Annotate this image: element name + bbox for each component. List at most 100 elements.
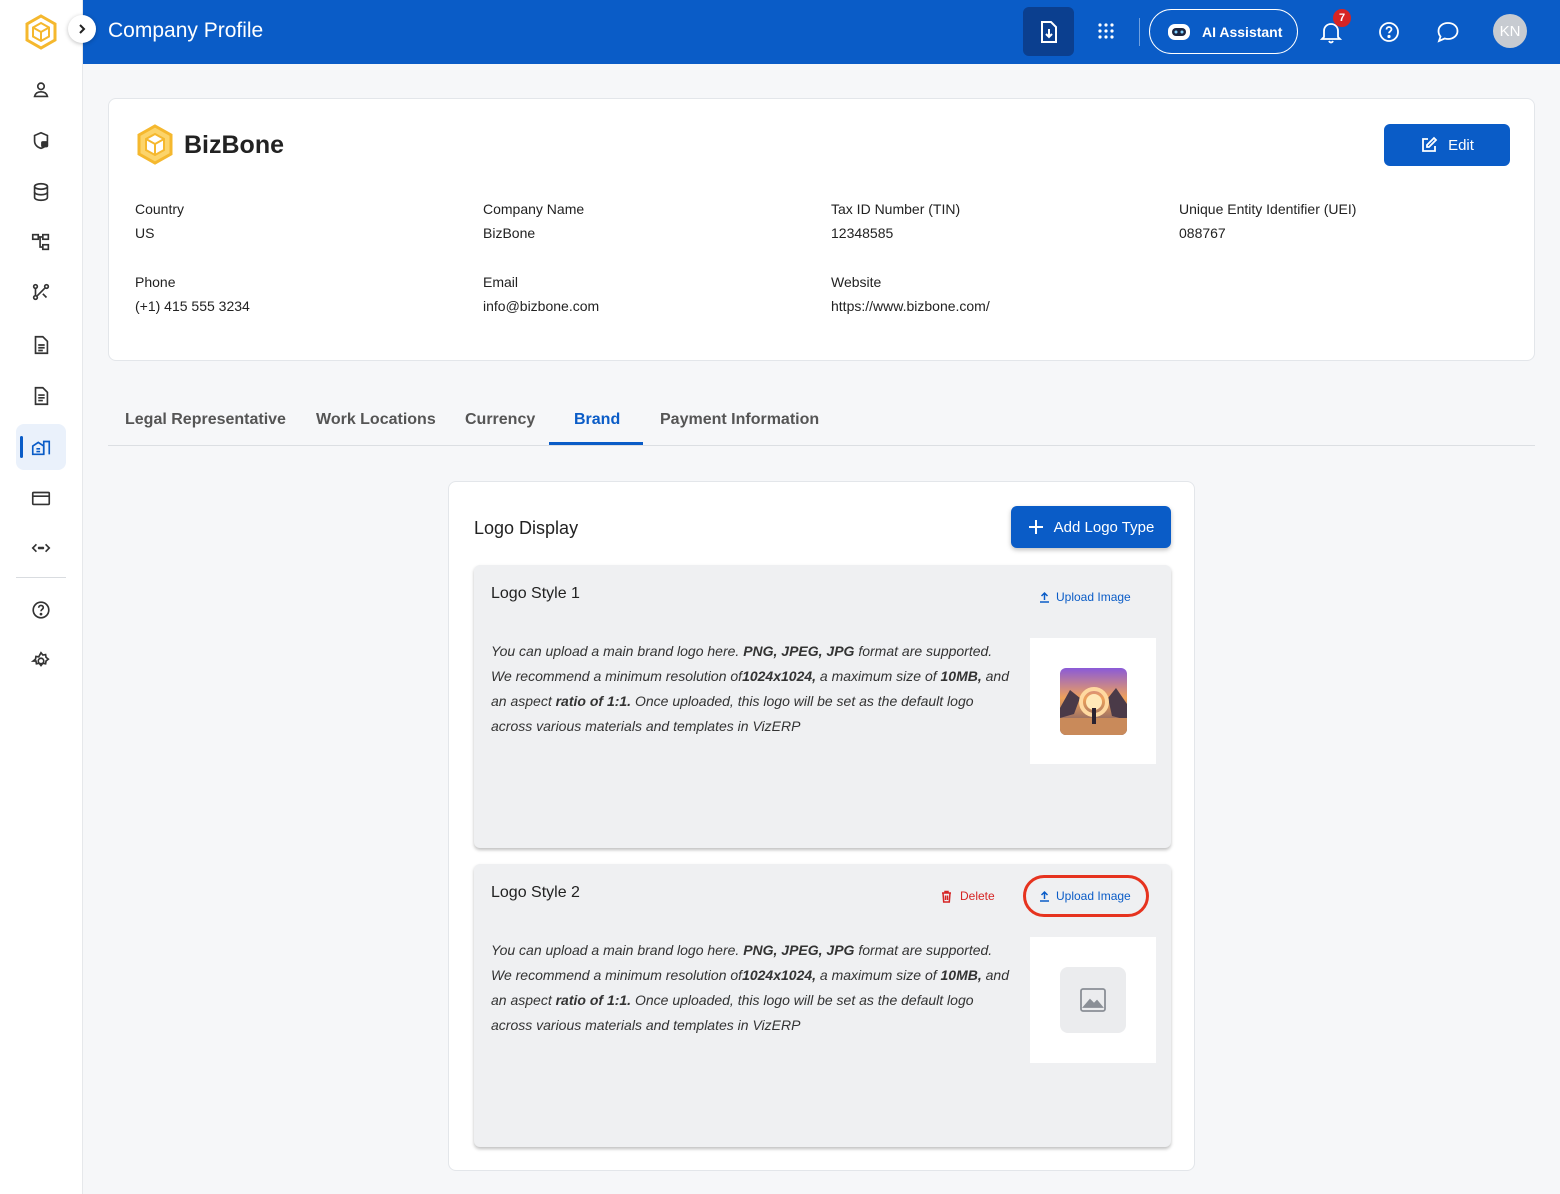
field-label: Country (135, 201, 185, 217)
sidebar-item-documents[interactable] (16, 322, 66, 368)
field-value: (+1) 415 555 3234 (135, 298, 250, 314)
chevron-right-icon (79, 24, 86, 34)
logo-preview-box (1030, 638, 1156, 764)
ai-assistant-label: AI Assistant (1202, 23, 1283, 40)
hierarchy-icon (31, 233, 50, 251)
sidebar-item-help[interactable] (16, 587, 66, 633)
upload-icon (1040, 591, 1049, 603)
field-label: Company Name (483, 201, 585, 217)
active-tab-indicator (549, 442, 643, 445)
edit-icon (1422, 136, 1438, 152)
sidebar-item-company[interactable] (16, 424, 66, 470)
upload-icon (1040, 890, 1049, 902)
apps-grid-button[interactable] (1093, 14, 1119, 48)
company-logo-icon (137, 124, 173, 165)
tab-currency[interactable]: Currency (465, 411, 535, 429)
page-title: Company Profile (108, 19, 264, 42)
upload-image-label: Upload Image (1056, 590, 1131, 604)
notification-badge: 7 (1333, 9, 1351, 27)
workflow-icon (32, 283, 50, 301)
logo-style-title: Logo Style 1 (491, 585, 580, 602)
sidebar (0, 0, 83, 1194)
database-icon (33, 182, 49, 202)
logo-display-panel: Logo Display Add Logo Type Logo Style 1 … (448, 481, 1195, 1171)
sidebar-divider (16, 577, 66, 578)
field-uei: Unique Entity Identifier (UEI) 088767 (1179, 201, 1356, 241)
delete-button[interactable]: Delete (941, 889, 995, 903)
document-list-icon (34, 386, 49, 406)
logo-style-card: Logo Style 2 Delete Upload Image You can… (474, 864, 1171, 1147)
field-value: 088767 (1179, 225, 1226, 241)
sidebar-item-reports[interactable] (16, 373, 66, 419)
company-name-heading: BizBone (184, 131, 284, 159)
field-value: BizBone (483, 225, 536, 241)
plus-icon (1028, 520, 1043, 534)
logo-style-description: You can upload a main brand logo here. P… (491, 942, 1009, 1033)
upload-image-button[interactable]: Upload Image (1039, 889, 1131, 903)
chat-bubble-icon (1437, 22, 1459, 43)
logo-style-title: Logo Style 2 (491, 884, 580, 901)
tab-work-locations[interactable]: Work Locations (316, 411, 436, 429)
field-label: Email (483, 274, 519, 290)
chat-button[interactable] (1435, 18, 1461, 46)
field-tin: Tax ID Number (TIN) 12348585 (831, 201, 960, 241)
help-button[interactable] (1376, 18, 1402, 46)
image-placeholder (1060, 967, 1126, 1033)
logo-style-card: Logo Style 1 Upload Image You can upload… (474, 565, 1171, 848)
sidebar-item-security[interactable] (16, 118, 66, 164)
field-country: Country US (135, 201, 184, 241)
website-link[interactable]: https://www.bizbone.com/ (831, 298, 990, 314)
tab-brand[interactable]: Brand (574, 411, 620, 429)
apps-grid-icon (1098, 23, 1114, 39)
company-info-card: BizBone Edit Country US Company Name Biz… (108, 98, 1535, 361)
top-bar: Company Profile AI Assistant 7 KN (83, 0, 1560, 64)
add-logo-type-label: Add Logo Type (1053, 518, 1155, 536)
field-label: Phone (135, 274, 176, 290)
sidebar-item-api[interactable] (16, 525, 66, 571)
shield-lock-icon (33, 131, 49, 150)
sidebar-item-hierarchy[interactable] (16, 219, 66, 265)
credit-card-icon (31, 491, 51, 506)
user-icon (33, 82, 49, 98)
sidebar-collapse-button[interactable] (68, 15, 96, 43)
sidebar-item-database[interactable] (16, 169, 66, 215)
logo-preview-image (1059, 667, 1127, 735)
company-building-icon (31, 440, 51, 456)
add-logo-type-button[interactable]: Add Logo Type (1011, 506, 1171, 548)
download-button[interactable] (1023, 7, 1074, 56)
sidebar-item-settings[interactable] (16, 638, 66, 684)
field-email: Email info@bizbone.com (483, 274, 599, 314)
sidebar-item-workflow[interactable] (16, 269, 66, 315)
upload-image-button[interactable]: Upload Image (1039, 590, 1131, 604)
document-icon (34, 335, 49, 355)
sidebar-item-users[interactable] (16, 67, 66, 113)
field-company-name: Company Name BizBone (483, 201, 584, 241)
profile-tabs: Legal Representative Work Locations Curr… (108, 398, 1535, 446)
help-icon (32, 601, 50, 619)
field-value: 12348585 (831, 225, 894, 241)
field-website: Website https://www.bizbone.com/ (831, 274, 990, 314)
tab-payment-information[interactable]: Payment Information (660, 411, 819, 429)
field-label: Website (831, 274, 882, 290)
settings-icon (30, 651, 50, 667)
edit-button[interactable]: Edit (1384, 124, 1510, 166)
field-value: US (135, 225, 155, 241)
user-avatar[interactable]: KN (1493, 14, 1527, 48)
api-icon (31, 543, 51, 553)
delete-label: Delete (960, 889, 995, 903)
tab-legal-representative[interactable]: Legal Representative (125, 411, 286, 429)
edit-label: Edit (1448, 136, 1474, 154)
topbar-separator (1139, 18, 1140, 46)
help-circle-icon (1379, 22, 1399, 42)
field-phone: Phone (+1) 415 555 3234 (135, 274, 250, 314)
field-label: Unique Entity Identifier (UEI) (1179, 201, 1357, 217)
logo-style-description: You can upload a main brand logo here. P… (491, 643, 1009, 734)
bizbone-logo-icon[interactable] (24, 14, 58, 50)
image-placeholder-icon (1080, 988, 1106, 1012)
trash-icon (942, 890, 951, 903)
ai-assistant-button[interactable]: AI Assistant (1149, 9, 1298, 54)
field-label: Tax ID Number (TIN) (831, 201, 961, 217)
upload-image-label: Upload Image (1056, 889, 1131, 903)
field-value: info@bizbone.com (483, 298, 600, 314)
sidebar-item-payments[interactable] (16, 475, 66, 521)
